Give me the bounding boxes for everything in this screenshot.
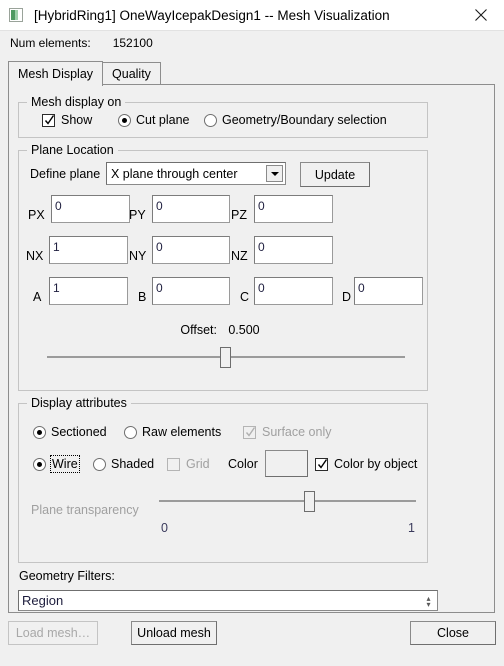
footer-bar: Load mesh… Unload mesh Close [0,613,504,666]
a-label: A [33,290,42,304]
nz-label: NZ [231,249,248,263]
d-label: D [342,290,352,304]
unload-mesh-button-label: Unload mesh [137,626,211,640]
define-plane-value: X plane through center [111,166,238,181]
close-button[interactable]: Close [410,621,496,645]
nz-input[interactable]: 0 [254,236,333,264]
display-attributes-title: Display attributes [27,396,131,410]
load-mesh-button-label: Load mesh… [15,626,91,640]
list-item[interactable]: Region [22,593,63,608]
b-input[interactable]: 0 [152,277,230,305]
raw-elements-label: Raw elements [142,425,222,439]
offset-label: Offset: [180,323,217,337]
geometry-boundary-label: Geometry/Boundary selection [222,113,387,127]
sectioned-label: Sectioned [51,425,107,439]
load-mesh-button: Load mesh… [8,621,98,645]
py-input[interactable]: 0 [152,195,230,223]
resize-grip-icon[interactable]: ▴ ▾ [422,594,435,609]
shaded-radio[interactable] [93,458,106,471]
show-label: Show [61,113,93,127]
num-elements-value: 152100 [112,36,153,50]
wire-radio[interactable] [33,458,46,471]
mesh-display-on-title: Mesh display on [27,95,126,109]
raw-elements-radio[interactable] [124,426,137,439]
wire-label: Wire [50,455,80,473]
px-label: PX [28,208,45,222]
sectioned-radio[interactable] [33,426,46,439]
ny-label: NY [129,249,147,263]
cut-plane-radio[interactable] [118,114,131,127]
plane-location-group: Plane Location Define plane X plane thro… [18,143,429,391]
tab-strip: Mesh Display Quality [8,61,161,86]
define-plane-combo[interactable]: X plane through center [106,162,286,185]
c-label: C [240,290,250,304]
surface-only-label: Surface only [262,425,332,439]
shaded-label: Shaded [111,457,155,471]
offset-value: 0.500 [228,323,260,337]
update-button-label: Update [314,167,356,182]
color-swatch[interactable] [265,450,308,477]
plane-location-title: Plane Location [27,143,118,157]
app-mesh-icon [9,8,23,22]
close-icon[interactable] [458,0,504,30]
plane-transparency-slider-thumb[interactable] [304,491,315,512]
num-elements-label: Num elements: [10,36,91,50]
tab-quality-label: Quality [112,67,151,81]
num-elements-row: Num elements: 152100 [0,33,504,53]
update-button[interactable]: Update [300,162,370,187]
window-title: [HybridRing1] OneWayIcepakDesign1 -- Mes… [34,7,390,23]
show-checkbox[interactable] [42,114,55,127]
tab-mesh-display-label: Mesh Display [18,67,94,81]
close-button-label: Close [437,626,469,640]
geometry-filters-listbox[interactable]: Region ▴ ▾ [18,590,438,611]
nx-input[interactable]: 1 [49,236,128,264]
color-label: Color [228,457,258,471]
geometry-boundary-radio[interactable] [204,114,217,127]
define-plane-label: Define plane [30,167,101,181]
title-bar: [HybridRing1] OneWayIcepakDesign1 -- Mes… [0,0,504,30]
d-input[interactable]: 0 [354,277,423,305]
offset-readout: Offset: 0.500 [19,323,429,337]
ny-input[interactable]: 0 [152,236,230,264]
cut-plane-label: Cut plane [136,113,190,127]
px-input[interactable]: 0 [51,195,130,223]
nx-label: NX [26,249,44,263]
transparency-max-label: 1 [408,521,415,535]
plane-transparency-slider-track[interactable] [159,500,416,502]
pz-label: PZ [231,208,247,222]
geometry-filters-label: Geometry Filters: [19,569,115,583]
plane-transparency-label: Plane transparency [31,503,139,517]
b-label: B [138,290,147,304]
mesh-display-on-group: Mesh display on Show Cut plane Geometry/… [18,95,428,138]
color-by-object-checkbox[interactable] [315,458,328,471]
a-input[interactable]: 1 [49,277,128,305]
color-by-object-label: Color by object [334,457,418,471]
display-attributes-group: Display attributes Sectioned Raw element… [18,396,428,563]
surface-only-checkbox [243,426,256,439]
mesh-display-panel: Mesh display on Show Cut plane Geometry/… [8,84,495,613]
chevron-down-icon[interactable] [266,165,283,182]
grid-label: Grid [186,457,210,471]
titlebar-divider [0,30,504,31]
py-label: PY [129,208,146,222]
transparency-min-label: 0 [161,521,168,535]
c-input[interactable]: 0 [254,277,333,305]
unload-mesh-button[interactable]: Unload mesh [131,621,217,645]
grid-checkbox [167,458,180,471]
tab-quality[interactable]: Quality [103,62,161,85]
offset-slider-thumb[interactable] [220,347,231,368]
tab-mesh-display[interactable]: Mesh Display [8,61,104,86]
pz-input[interactable]: 0 [254,195,333,223]
